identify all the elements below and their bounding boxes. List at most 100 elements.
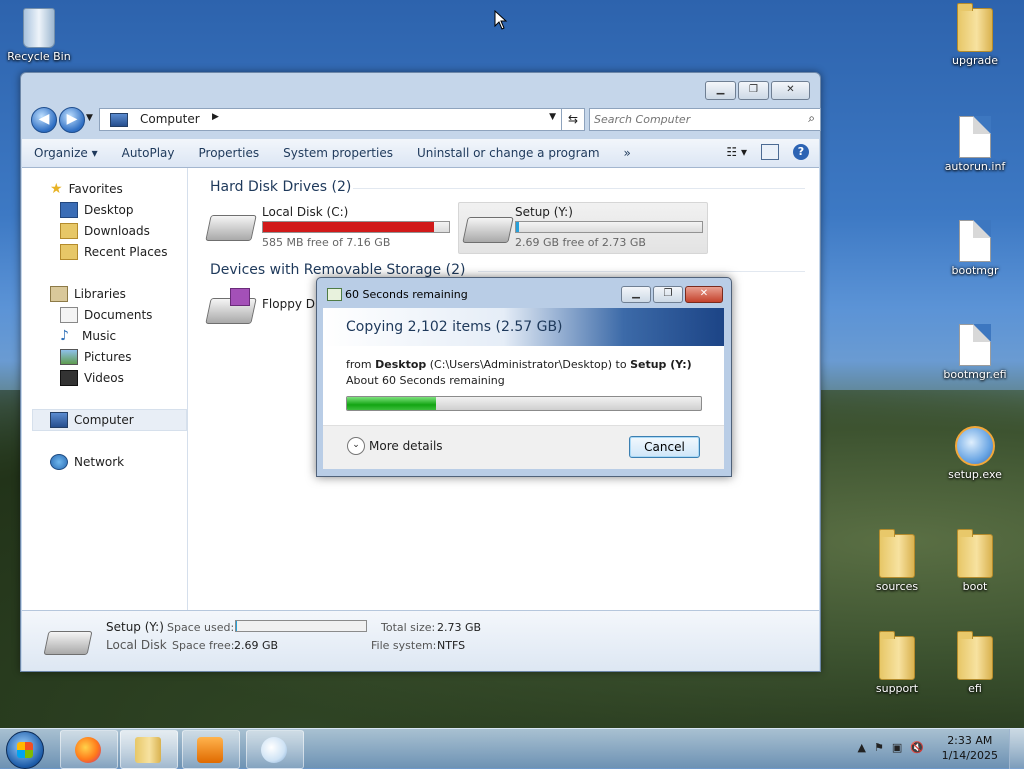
mouse-cursor-icon bbox=[494, 10, 508, 30]
nav-desktop[interactable]: Desktop bbox=[60, 202, 134, 218]
taskbar: ▲ ⚑ ▣ 🔇 2:33 AM 1/14/2025 bbox=[0, 728, 1024, 769]
window-controls: ▁ ❐ ✕ bbox=[705, 81, 810, 100]
organize-button[interactable]: Organize ▾ bbox=[22, 146, 110, 160]
more-details-toggle[interactable]: ⌄ More details bbox=[347, 437, 443, 455]
nav-documents[interactable]: Documents bbox=[60, 307, 152, 323]
search-icon[interactable]: ⌕ bbox=[808, 111, 815, 126]
desktop-icon-upgrade[interactable]: upgrade bbox=[938, 3, 1012, 67]
network-icon bbox=[50, 454, 68, 470]
group-header-removable-storage[interactable]: Devices with Removable Storage (2) bbox=[210, 262, 465, 278]
drive-free-space: 585 MB free of 7.16 GB bbox=[262, 236, 391, 249]
desktop-icon-autorun[interactable]: autorun.inf bbox=[938, 116, 1012, 173]
hard-drive-icon bbox=[205, 215, 257, 241]
navigation-pane: ★ Favorites Desktop Downloads Recent Pla… bbox=[22, 168, 188, 610]
drive-setup-y[interactable]: Setup (Y:) 2.69 GB free of 2.73 GB bbox=[458, 202, 708, 254]
uninstall-program-button[interactable]: Uninstall or change a program bbox=[405, 146, 612, 160]
group-divider bbox=[478, 271, 805, 272]
desktop-icon-label: support bbox=[875, 682, 919, 695]
star-icon: ★ bbox=[50, 181, 63, 197]
nav-label: Videos bbox=[84, 371, 124, 385]
computer-icon bbox=[50, 412, 68, 428]
from-word: from bbox=[346, 358, 372, 371]
show-hidden-icons-icon[interactable]: ▲ bbox=[858, 741, 866, 754]
nav-music[interactable]: ♪ Music bbox=[60, 328, 116, 344]
action-center-flag-icon[interactable]: ⚑ bbox=[874, 741, 884, 754]
desktop-icon-bootmgr-efi[interactable]: bootmgr.efi bbox=[938, 324, 1012, 381]
properties-button[interactable]: Properties bbox=[187, 146, 272, 160]
nav-favorites[interactable]: ★ Favorites bbox=[50, 181, 123, 197]
nav-computer[interactable]: Computer bbox=[50, 412, 134, 428]
dialog-window-controls: ▁ ❐ ✕ bbox=[621, 286, 723, 303]
copy-progress-bar bbox=[346, 396, 702, 411]
dialog-close-button[interactable]: ✕ bbox=[685, 286, 723, 303]
desktop-icon-sources[interactable]: sources bbox=[860, 529, 934, 593]
taskbar-media-player[interactable] bbox=[182, 730, 240, 769]
group-divider bbox=[353, 188, 805, 189]
libraries-icon bbox=[50, 286, 68, 302]
nav-pictures[interactable]: Pictures bbox=[60, 349, 132, 365]
maximize-button[interactable]: ❐ bbox=[738, 81, 769, 100]
nav-network[interactable]: Network bbox=[50, 454, 124, 470]
cancel-button[interactable]: Cancel bbox=[629, 436, 700, 458]
computer-icon bbox=[110, 113, 128, 127]
navigation-bar: ◀ ▶ ▼ Computer ▶ ▼ ⇆ ⌕ bbox=[29, 105, 821, 135]
desktop-icon-setup-exe[interactable]: setup.exe bbox=[938, 426, 1012, 481]
dialog-body: Copying 2,102 items (2.57 GB) from Deskt… bbox=[323, 308, 724, 469]
start-button[interactable] bbox=[6, 731, 44, 769]
nav-videos[interactable]: Videos bbox=[60, 370, 124, 386]
desktop-icon-label: sources bbox=[875, 580, 919, 593]
close-button[interactable]: ✕ bbox=[771, 81, 810, 100]
drive-free-space: 2.69 GB free of 2.73 GB bbox=[515, 236, 646, 249]
help-icon[interactable]: ? bbox=[793, 144, 809, 160]
drive-local-disk-c[interactable]: Local Disk (C:) 585 MB free of 7.16 GB bbox=[205, 203, 458, 253]
dialog-minimize-button[interactable]: ▁ bbox=[621, 286, 651, 303]
file-system-label: File system: bbox=[371, 639, 437, 652]
taskbar-explorer[interactable] bbox=[120, 730, 178, 769]
more-details-label: More details bbox=[369, 439, 443, 453]
desktop-icon-label: efi bbox=[968, 682, 982, 695]
change-view-icon[interactable]: ☷ ▾ bbox=[726, 145, 747, 159]
music-icon: ♪ bbox=[60, 328, 69, 344]
forward-button[interactable]: ▶ bbox=[59, 107, 85, 133]
minimize-button[interactable]: ▁ bbox=[705, 81, 736, 100]
hard-drive-icon bbox=[43, 631, 93, 655]
volume-muted-icon[interactable]: 🔇 bbox=[910, 741, 924, 754]
preview-pane-icon[interactable] bbox=[761, 144, 779, 160]
recent-pages-dropdown[interactable]: ▼ bbox=[86, 113, 93, 123]
dialog-header: Copying 2,102 items (2.57 GB) bbox=[323, 308, 724, 346]
search-input[interactable] bbox=[590, 109, 796, 130]
desktop-icon bbox=[60, 202, 78, 218]
more-commands-button[interactable]: » bbox=[612, 146, 643, 160]
media-player-icon bbox=[197, 737, 223, 763]
recent-places-icon bbox=[60, 244, 78, 260]
system-properties-button[interactable]: System properties bbox=[271, 146, 405, 160]
network-tray-icon[interactable]: ▣ bbox=[892, 741, 902, 754]
desktop-icon-boot[interactable]: boot bbox=[938, 529, 1012, 593]
taskbar-paint[interactable] bbox=[246, 730, 304, 769]
documents-icon bbox=[60, 307, 78, 323]
desktop-icon-recycle-bin[interactable]: Recycle Bin bbox=[2, 8, 76, 63]
clock[interactable]: 2:33 AM 1/14/2025 bbox=[942, 733, 998, 763]
desktop-icon-efi[interactable]: efi bbox=[938, 631, 1012, 695]
autoplay-button[interactable]: AutoPlay bbox=[110, 146, 187, 160]
system-tray: ▲ ⚑ ▣ 🔇 bbox=[858, 741, 924, 754]
address-dropdown-icon[interactable]: ▼ bbox=[549, 112, 556, 122]
refresh-button[interactable]: ⇆ bbox=[561, 108, 585, 131]
desktop-icon-bootmgr[interactable]: bootmgr bbox=[938, 220, 1012, 277]
nav-recent-places[interactable]: Recent Places bbox=[60, 244, 167, 260]
show-desktop-button[interactable] bbox=[1009, 729, 1024, 769]
folder-icon bbox=[879, 631, 915, 680]
back-button[interactable]: ◀ bbox=[31, 107, 57, 133]
search-box[interactable]: ⌕ bbox=[589, 108, 821, 131]
taskbar-firefox[interactable] bbox=[60, 730, 118, 769]
address-bar[interactable]: Computer ▶ ▼ bbox=[99, 108, 563, 131]
space-used-bar bbox=[235, 620, 367, 632]
nav-downloads[interactable]: Downloads bbox=[60, 223, 150, 239]
group-header-hard-disk-drives[interactable]: Hard Disk Drives (2) bbox=[210, 179, 351, 195]
folder-icon bbox=[957, 529, 993, 578]
nav-libraries[interactable]: Libraries bbox=[50, 286, 126, 302]
desktop-icon-support[interactable]: support bbox=[860, 631, 934, 695]
desktop-icon-label: bootmgr.efi bbox=[943, 368, 1007, 381]
dialog-maximize-button[interactable]: ❐ bbox=[653, 286, 683, 303]
breadcrumb-arrow-icon[interactable]: ▶ bbox=[212, 112, 219, 122]
